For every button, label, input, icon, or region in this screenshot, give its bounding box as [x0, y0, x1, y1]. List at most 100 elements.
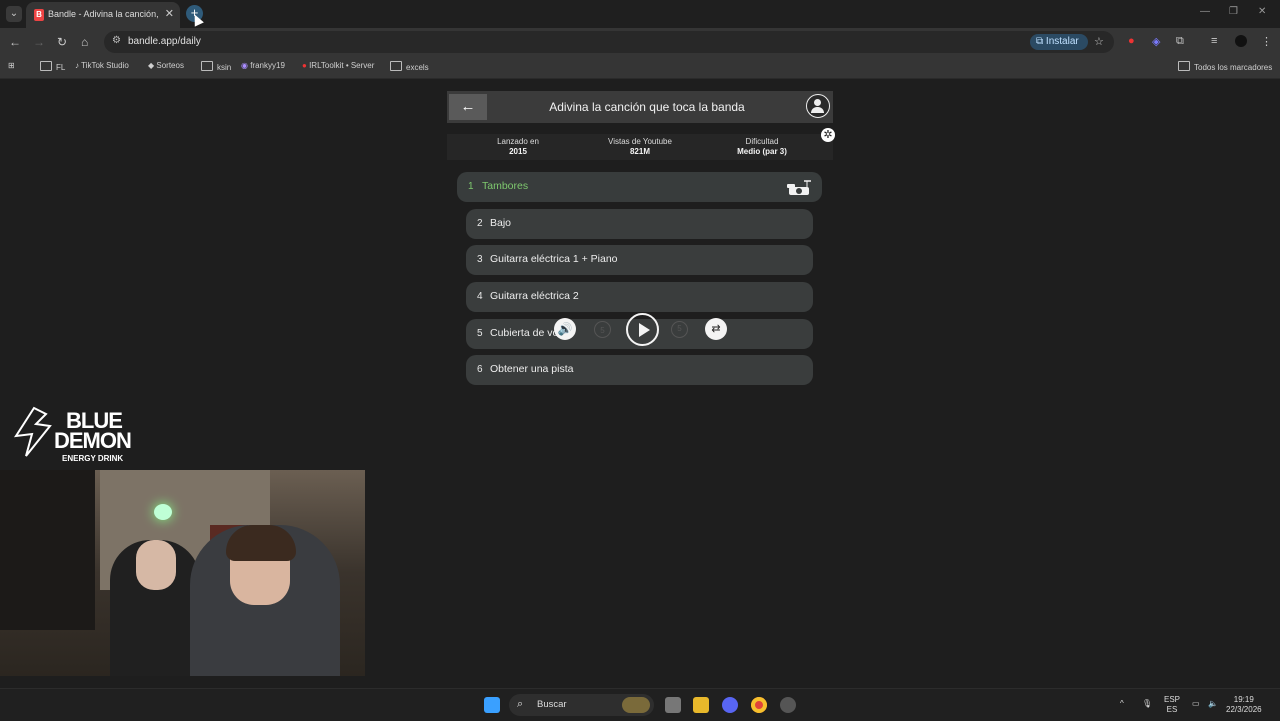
- windows-start-icon[interactable]: [484, 697, 500, 713]
- webcam-light: [154, 504, 172, 520]
- maximize-icon[interactable]: ❐: [1229, 6, 1238, 17]
- tab-search-button[interactable]: ⌄: [6, 6, 22, 22]
- track-item-2[interactable]: 2 Bajo: [466, 209, 813, 239]
- song-info-bar: Lanzado en 2015 Vistas de Youtube 821M D…: [447, 134, 833, 160]
- install-icon: ⧉: [1036, 36, 1046, 47]
- file-explorer-icon[interactable]: [693, 697, 709, 713]
- clock-time: 19:19: [1233, 695, 1254, 704]
- taskbar-search[interactable]: ⌕ Buscar: [509, 694, 654, 716]
- rewind-5-icon: 5: [600, 326, 605, 335]
- microphone-icon[interactable]: 🎙: [1142, 699, 1152, 709]
- address-bar[interactable]: ⚙ bandle.app/daily ⧉ Instalar ☆: [104, 31, 1114, 53]
- app-icon[interactable]: [780, 697, 796, 713]
- profile-avatar[interactable]: [1235, 35, 1247, 47]
- minimize-icon[interactable]: —: [1200, 6, 1210, 17]
- extension-icon[interactable]: ◈: [1152, 35, 1160, 48]
- search-highlight-icon: [622, 697, 650, 713]
- bookmark-frankyy19[interactable]: ◉ frankyy19: [241, 61, 285, 70]
- info-youtube-views: Vistas de Youtube 821M: [580, 137, 700, 157]
- loop-toggle-button[interactable]: ⇄: [705, 318, 727, 340]
- play-button[interactable]: [626, 313, 659, 346]
- info-label: Dificultad: [745, 137, 779, 146]
- track-item-1[interactable]: 1 Tambores: [457, 172, 822, 202]
- track-number: 4: [477, 291, 483, 302]
- bookmark-star-icon[interactable]: ☆: [1094, 35, 1104, 48]
- browser-tab[interactable]: B Bandle - Adivina la canción, un ✕: [26, 2, 180, 28]
- track-label: Guitarra eléctrica 1 + Piano: [490, 253, 618, 265]
- discord-icon[interactable]: [722, 697, 738, 713]
- network-icon[interactable]: ▭: [1192, 699, 1200, 709]
- track-number: 3: [477, 254, 483, 265]
- menu-kebab-icon[interactable]: ⋮: [1261, 35, 1272, 48]
- all-bookmarks[interactable]: Todos los marcadores: [1178, 61, 1272, 72]
- extensions-puzzle-icon[interactable]: ⧉: [1176, 35, 1184, 48]
- language-indicator[interactable]: ESP ES: [1164, 695, 1180, 715]
- track-item-6[interactable]: 6 Obtener una pista: [466, 355, 813, 385]
- track-item-3[interactable]: 3 Guitarra eléctrica 1 + Piano: [466, 245, 813, 275]
- game-header: ← Adivina la canción que toca la banda: [447, 91, 833, 123]
- webcam-feed: [0, 470, 365, 676]
- info-label: Lanzado en: [497, 137, 539, 146]
- tab-title: Bandle - Adivina la canción, un: [48, 9, 160, 19]
- page-title: Adivina la canción que toca la banda: [549, 100, 745, 114]
- speaker-icon[interactable]: 🔈: [1208, 699, 1218, 709]
- extension-record-icon[interactable]: ●: [1128, 35, 1135, 47]
- task-view-icon[interactable]: [665, 697, 681, 713]
- apps-grid-icon[interactable]: ⊞: [8, 61, 15, 70]
- search-placeholder: Buscar: [537, 699, 567, 710]
- bookmark-sorteos[interactable]: ◆ Sorteos: [148, 61, 184, 70]
- bookmark-irltoolkit[interactable]: ● IRLToolkit • Server: [302, 61, 374, 70]
- bookmark-excels[interactable]: excels: [390, 61, 429, 72]
- volume-icon: 🔊: [557, 322, 573, 336]
- user-icon-body: [811, 107, 824, 113]
- tray-chevron-icon[interactable]: ^: [1120, 699, 1124, 709]
- track-number: 1: [468, 181, 474, 192]
- track-number: 5: [477, 328, 483, 339]
- clock[interactable]: 19:19 22/3/2026: [1226, 695, 1262, 715]
- folder-icon: [40, 61, 52, 71]
- track-label: Guitarra eléctrica 2: [490, 290, 579, 302]
- info-value: 2015: [509, 147, 527, 156]
- folder-icon: [201, 61, 213, 71]
- search-icon: ⌕: [517, 698, 524, 710]
- back-icon[interactable]: ←: [9, 35, 21, 49]
- webcam-acoustic-panel: [0, 470, 95, 630]
- url-text[interactable]: bandle.app/daily: [128, 36, 201, 47]
- skip-back-button[interactable]: 5: [594, 321, 611, 338]
- bookmarks-bar: ⊞ FL ♪ TikTok Studio ◆ Sorteos ksin ◉ fr…: [0, 56, 1280, 79]
- reading-list-icon[interactable]: ≡: [1211, 35, 1217, 47]
- bookmark-ksin[interactable]: ksin: [201, 61, 231, 72]
- bookmark-fl[interactable]: FL: [40, 61, 65, 72]
- bookmark-tiktok-studio[interactable]: ♪ TikTok Studio: [75, 61, 129, 70]
- profile-button[interactable]: [806, 94, 830, 118]
- track-label: Cubierta de voz: [490, 327, 564, 339]
- close-window-icon[interactable]: ✕: [1258, 6, 1266, 17]
- site-info-icon[interactable]: ⚙: [112, 35, 121, 46]
- home-icon[interactable]: ⌂: [81, 35, 88, 49]
- face: [136, 540, 176, 590]
- settings-gear-icon[interactable]: ✲: [821, 128, 835, 142]
- info-difficulty: Dificultad Medio (par 3): [702, 137, 822, 157]
- close-tab-icon[interactable]: ✕: [165, 7, 174, 20]
- tab-strip: ⌄ B Bandle - Adivina la canción, un ✕ + …: [0, 0, 1280, 28]
- webcam-person-right: [190, 525, 340, 676]
- taskbar: ⌕ Buscar ^ 🎙 ESP ES ▭ 🔈 19:19 22/3/2026: [0, 688, 1280, 721]
- track-label: Obtener una pista: [490, 363, 574, 375]
- lang-code: ESP: [1164, 695, 1181, 704]
- reload-icon[interactable]: ↻: [57, 35, 67, 49]
- play-icon: [639, 323, 650, 337]
- skip-forward-button[interactable]: 5: [671, 321, 688, 338]
- irltoolkit-icon: ●: [302, 61, 310, 70]
- chrome-icon[interactable]: [751, 697, 767, 713]
- track-item-4[interactable]: 4 Guitarra eléctrica 2: [466, 282, 813, 312]
- install-app-button[interactable]: ⧉ Instalar: [1030, 34, 1088, 50]
- track-number: 6: [477, 364, 483, 375]
- webcam-person-left: [110, 540, 200, 676]
- lang-region: ES: [1166, 705, 1178, 714]
- volume-button[interactable]: 🔊: [554, 318, 576, 340]
- info-label: Vistas de Youtube: [608, 137, 672, 146]
- forward-icon[interactable]: →: [33, 35, 45, 49]
- forward-5-icon: 5: [677, 324, 682, 333]
- logo-text-energy: ENERGY DRINK: [62, 454, 124, 463]
- blue-demon-logo: BLUE DEMON ENERGY DRINK: [4, 400, 134, 466]
